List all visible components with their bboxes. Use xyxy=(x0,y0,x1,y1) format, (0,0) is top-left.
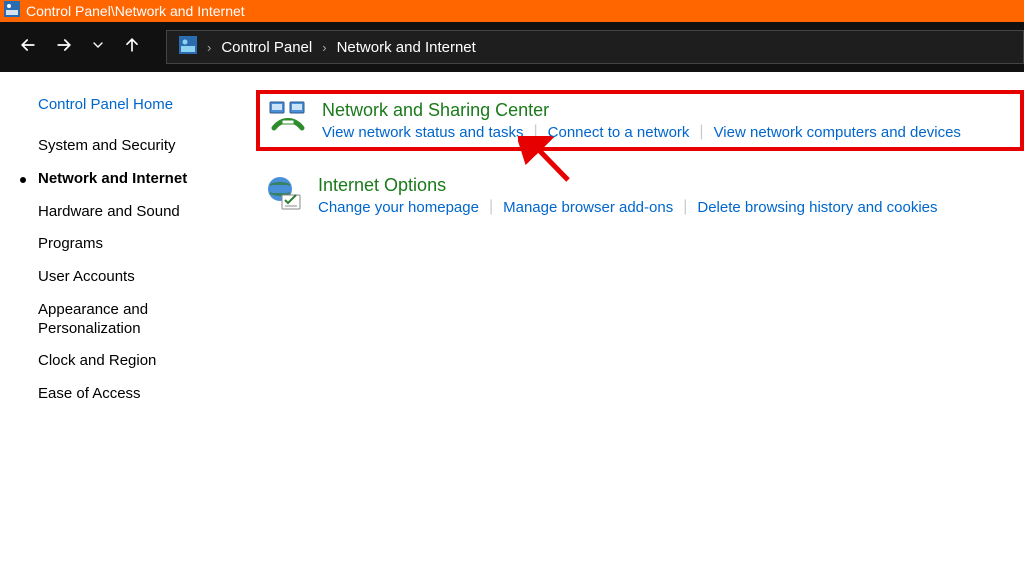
forward-button[interactable] xyxy=(54,35,74,60)
category-title-link[interactable]: Internet Options xyxy=(318,175,446,195)
category-network-sharing-center: Network and Sharing Center View network … xyxy=(256,90,1024,151)
internet-options-icon[interactable] xyxy=(264,175,304,215)
breadcrumb-item[interactable]: Network and Internet xyxy=(337,39,476,56)
task-link-connect-network[interactable]: Connect to a network xyxy=(548,124,690,141)
task-link-manage-addons[interactable]: Manage browser add-ons xyxy=(503,199,673,216)
control-panel-icon xyxy=(4,1,20,22)
chevron-right-icon: › xyxy=(322,40,326,55)
sidebar: Control Panel Home System and Security N… xyxy=(0,72,256,576)
task-link-delete-browsing-history[interactable]: Delete browsing history and cookies xyxy=(697,199,937,216)
control-panel-home-link[interactable]: Control Panel Home xyxy=(38,96,173,113)
separator: | xyxy=(683,198,687,216)
up-button[interactable] xyxy=(122,35,142,60)
task-link-change-homepage[interactable]: Change your homepage xyxy=(318,199,479,216)
sidebar-item-user-accounts[interactable]: User Accounts xyxy=(38,268,135,287)
category-title-link[interactable]: Network and Sharing Center xyxy=(322,100,549,120)
breadcrumb-item[interactable]: Control Panel xyxy=(221,39,312,56)
back-button[interactable] xyxy=(18,35,38,60)
sidebar-item-ease-of-access[interactable]: Ease of Access xyxy=(38,385,141,404)
separator: | xyxy=(534,123,538,141)
task-link-view-network-status[interactable]: View network status and tasks xyxy=(322,124,524,141)
separator: | xyxy=(699,123,703,141)
category-internet-options: Internet Options Change your homepage | … xyxy=(256,169,1024,222)
chevron-right-icon: › xyxy=(207,40,211,55)
sidebar-item-appearance-personalization[interactable]: Appearance and Personalization xyxy=(38,301,240,339)
task-link-view-network-computers[interactable]: View network computers and devices xyxy=(714,124,961,141)
address-bar[interactable]: › Control Panel › Network and Internet xyxy=(166,30,1024,64)
control-panel-icon xyxy=(179,36,197,59)
sidebar-item-clock-region[interactable]: Clock and Region xyxy=(38,352,156,371)
separator: | xyxy=(489,198,493,216)
sidebar-item-network-internet[interactable]: Network and Internet xyxy=(38,170,187,189)
sidebar-item-system-security[interactable]: System and Security xyxy=(38,137,176,156)
network-sharing-icon[interactable] xyxy=(268,100,308,140)
window-title: Control Panel\Network and Internet xyxy=(26,3,245,19)
recent-locations-button[interactable] xyxy=(90,37,106,58)
sidebar-item-programs[interactable]: Programs xyxy=(38,235,103,254)
main-content: Network and Sharing Center View network … xyxy=(256,72,1024,576)
navigation-toolbar: › Control Panel › Network and Internet xyxy=(0,22,1024,72)
window-titlebar: Control Panel\Network and Internet xyxy=(0,0,1024,22)
sidebar-item-hardware-sound[interactable]: Hardware and Sound xyxy=(38,203,180,222)
